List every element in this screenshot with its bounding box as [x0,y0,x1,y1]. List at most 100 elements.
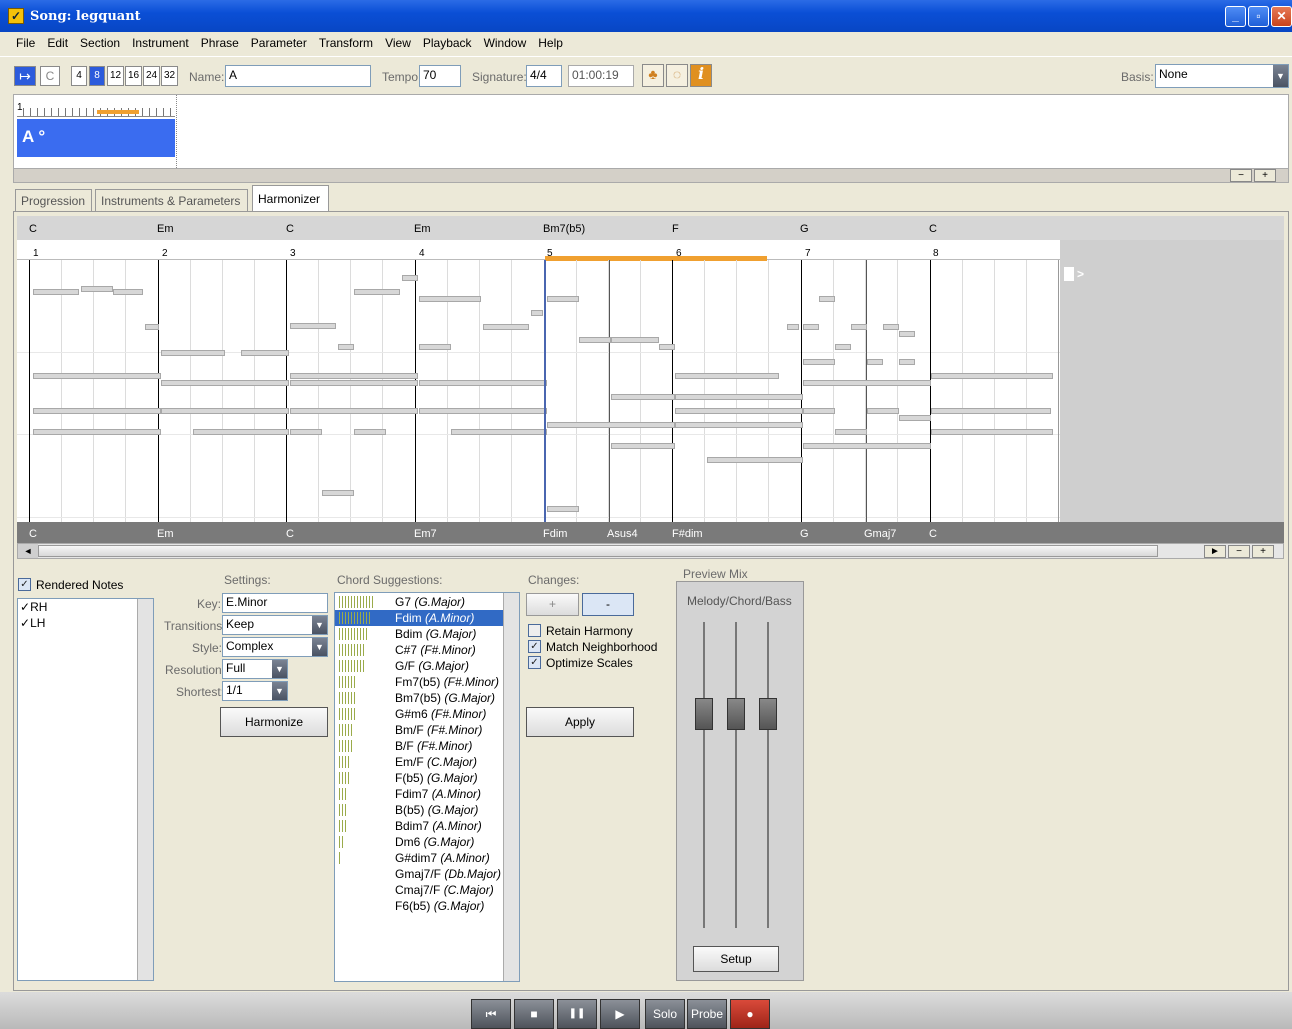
note-block[interactable] [931,408,1051,414]
chord-suggestion-item[interactable]: Gmaj7/F (Db.Major) [335,866,503,882]
note-block[interactable] [451,429,547,435]
play-icon[interactable]: ▶ [600,999,640,1029]
harmonize-button[interactable]: Harmonize [220,707,328,737]
chord-suggestion-item[interactable]: Fm7(b5) (F#.Minor) [335,674,503,690]
grid-24-button[interactable]: 24 [143,66,160,86]
chord-suggestion-item[interactable]: G7 (G.Major) [335,594,503,610]
menu-help[interactable]: Help [532,36,569,50]
note-block[interactable] [290,380,418,386]
menu-section[interactable]: Section [74,36,126,50]
suggestions-scrollbar[interactable] [503,593,519,981]
metronome-icon[interactable]: ♣ [642,64,664,87]
note-block[interactable] [931,373,1053,379]
note-block[interactable] [675,408,803,414]
menu-file[interactable]: File [10,36,41,50]
top-chord[interactable]: G [800,223,809,235]
changes-minus-button[interactable]: - [582,593,634,616]
menu-window[interactable]: Window [478,36,533,50]
note-block[interactable] [290,373,418,379]
bottom-chord[interactable]: F#dim [672,528,703,540]
style-dropdown-icon[interactable]: ▼ [312,638,327,656]
note-block[interactable] [402,275,418,281]
tempo-field[interactable]: 70 [419,65,461,87]
scroll-thumb[interactable] [38,545,1158,557]
note-block[interactable] [161,380,289,386]
rewind-icon[interactable]: ⏮ [471,999,511,1029]
grid-16-button[interactable]: 16 [125,66,142,86]
note-block[interactable] [419,408,547,414]
rendered-notes-checkbox[interactable]: ✓ [18,578,31,591]
basis-dropdown-icon[interactable]: ▼ [1273,65,1288,87]
scroll-left-button[interactable]: ◄ [18,544,38,558]
chord-suggestion-item[interactable]: B/F (F#.Minor) [335,738,503,754]
bottom-chord[interactable]: C [929,528,937,540]
retain-harmony-checkbox[interactable] [528,624,541,637]
grid-8-button[interactable]: 8 [89,66,105,86]
note-block[interactable] [145,324,159,330]
menu-phrase[interactable]: Phrase [195,36,245,50]
bottom-chord[interactable]: C [286,528,294,540]
note-block[interactable] [547,422,675,428]
key-field[interactable]: E.Minor [222,593,328,613]
setup-button[interactable]: Setup [693,946,779,972]
piano-roll-grid[interactable]: 1 2 3 4 5 6 7 8 [17,240,1060,522]
top-chord[interactable]: C [929,223,937,235]
note-block[interactable] [113,289,143,295]
note-block[interactable] [290,323,336,329]
note-block[interactable] [899,415,931,421]
bass-slider-track[interactable] [767,622,769,928]
section-zoom-in[interactable]: + [1254,169,1276,182]
grid-12-button[interactable]: 12 [107,66,124,86]
note-block[interactable] [547,506,579,512]
note-block[interactable] [290,429,322,435]
note-block[interactable] [322,490,354,496]
section-scrollbar[interactable]: − + [13,168,1289,183]
tab-harmonizer[interactable]: Harmonizer [252,185,329,212]
match-neighborhood-checkbox[interactable]: ✓ [528,640,541,653]
chord-suggestion-item[interactable]: Bm/F (F#.Minor) [335,722,503,738]
note-block[interactable] [354,289,400,295]
note-block[interactable] [899,331,915,337]
menu-transform[interactable]: Transform [313,36,379,50]
top-chord[interactable]: Em [414,223,431,235]
note-block[interactable] [33,429,161,435]
tab-progression[interactable]: Progression [15,189,92,211]
note-block[interactable] [579,337,611,343]
note-block[interactable] [483,324,529,330]
melody-slider-knob[interactable] [695,698,713,730]
menu-parameter[interactable]: Parameter [245,36,313,50]
note-block[interactable] [675,422,803,428]
close-button[interactable]: ✕ [1271,6,1292,27]
track-list[interactable]: ✓RH ✓LH [17,598,154,981]
probe-button[interactable]: Probe [687,999,727,1029]
note-block[interactable] [835,429,867,435]
track-item-lh[interactable]: ✓LH [20,616,45,630]
transitions-dropdown-icon[interactable]: ▼ [312,616,327,634]
roll-horizontal-scrollbar[interactable]: ◄ ► − + [17,543,1284,559]
bottom-chord[interactable]: Fdim [543,528,567,540]
note-block[interactable] [33,289,79,295]
note-block[interactable] [867,408,899,414]
expand-handle[interactable] [1064,267,1074,281]
note-block[interactable] [419,344,451,350]
note-block[interactable] [81,286,113,292]
note-block[interactable] [867,359,883,365]
tab-instruments-parameters[interactable]: Instruments & Parameters [95,189,248,211]
piano-roll[interactable]: 1 2 3 4 5 6 7 8 > [17,240,1284,522]
note-block[interactable] [803,408,835,414]
bottom-chord[interactable]: G [800,528,809,540]
section-zoom-out[interactable]: − [1230,169,1252,182]
chord-suggestion-item[interactable]: F6(b5) (G.Major) [335,898,503,914]
note-block[interactable] [675,394,803,400]
name-field[interactable]: A [225,65,371,87]
note-block[interactable] [611,394,675,400]
bottom-chord[interactable]: C [29,528,37,540]
record-icon[interactable]: ● [730,999,770,1029]
minimize-button[interactable]: _ [1225,6,1246,27]
info-icon[interactable]: i [690,64,712,87]
note-block[interactable] [803,443,931,449]
note-block[interactable] [851,324,867,330]
chord-suggestions-list[interactable]: G7 (G.Major) Fdim (A.Minor) Bdim (G.Major)… [334,592,520,982]
note-block[interactable] [803,380,931,386]
note-block[interactable] [419,296,481,302]
